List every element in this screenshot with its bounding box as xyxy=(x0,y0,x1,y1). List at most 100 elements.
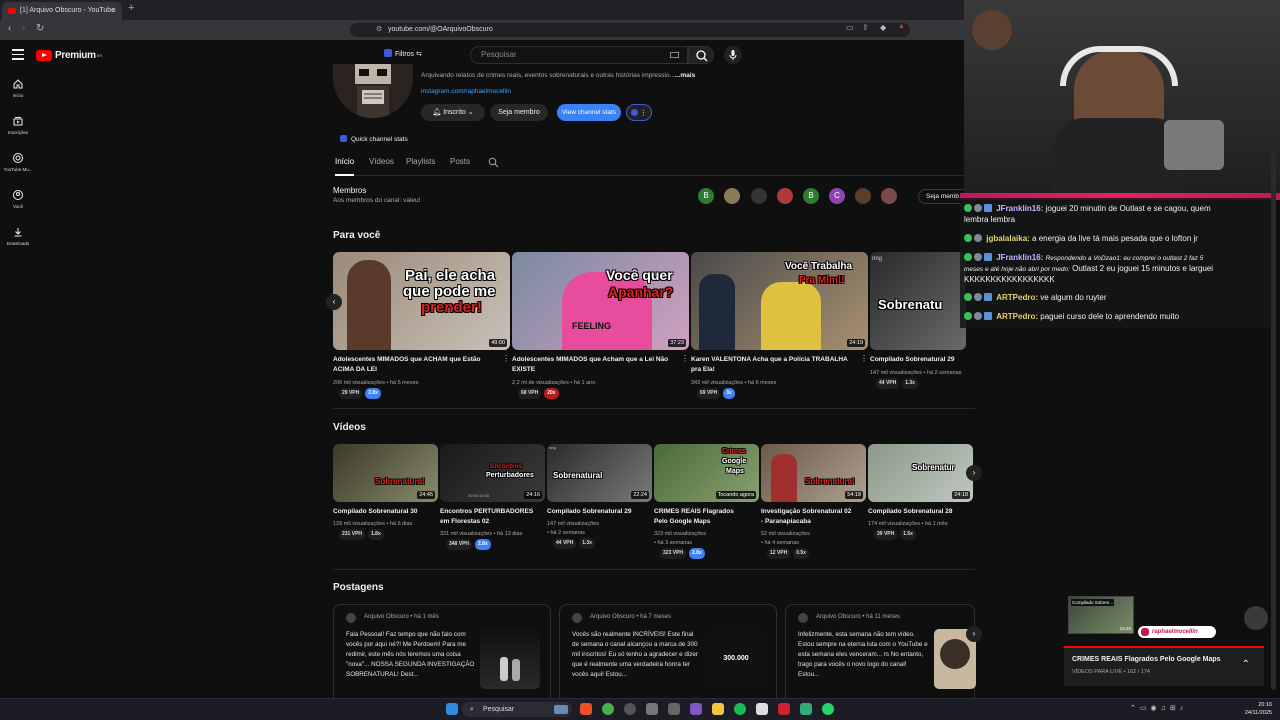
app-icon[interactable] xyxy=(800,703,812,715)
sidebar-item-downloads[interactable]: Downloads xyxy=(0,226,36,246)
video-title[interactable]: Adolescentes MIMADOS que ACHAM que Estão… xyxy=(333,355,493,375)
chat-username[interactable]: JFranklin16: xyxy=(996,204,1043,213)
join-member-button[interactable]: Seja membro xyxy=(490,104,548,121)
extension-button[interactable]: ⋮ xyxy=(626,104,652,121)
taskbar-clock[interactable]: 20:16 24/11/2025 xyxy=(1245,701,1272,717)
chat-username[interactable]: ARTPedro: xyxy=(996,293,1038,302)
expand-icon[interactable]: ⌃ xyxy=(1242,659,1250,670)
more-vert-icon[interactable]: ⋮ xyxy=(502,354,510,363)
page-scrollbar[interactable] xyxy=(1271,150,1276,690)
voice-search-button[interactable] xyxy=(724,46,742,64)
video-thumbnail[interactable]: nng Sobrenatu xyxy=(870,252,966,350)
more-vert-icon[interactable]: ⋮ xyxy=(681,354,689,363)
address-bar[interactable]: ⚙ youtube.com/@OArquivoObscuro xyxy=(350,23,910,37)
reload-icon[interactable]: ↻ xyxy=(36,23,44,34)
sidebar-item-home[interactable]: Início xyxy=(0,78,36,98)
video-title-line2[interactable]: em Florestas 02 xyxy=(440,517,489,527)
quick-channel-stats[interactable]: Quick channel stats xyxy=(340,135,408,143)
youtube-logo[interactable]: Premium BR xyxy=(36,48,102,62)
member-avatar[interactable] xyxy=(724,188,740,204)
obs-icon[interactable] xyxy=(624,703,636,715)
spotify-icon[interactable] xyxy=(734,703,746,715)
search-button[interactable] xyxy=(688,46,714,64)
brave-rewards-icon[interactable]: ▲ xyxy=(898,23,905,30)
subscribed-button[interactable]: 🔔︎ Inscrito ⌄ xyxy=(421,104,485,121)
member-avatar[interactable]: C xyxy=(829,188,845,204)
site-info-icon[interactable]: ⚙ xyxy=(376,23,382,37)
brave-shield-icon[interactable]: ◆ xyxy=(880,23,886,32)
tab-playlists[interactable]: Playlists xyxy=(406,157,435,166)
search-input[interactable]: Pesquisar xyxy=(470,46,688,64)
keyboard-icon[interactable] xyxy=(670,52,679,58)
video-thumbnail[interactable]: Encontros Perturbadores 00:00:10:05 24:1… xyxy=(440,444,545,502)
brave-browser-icon[interactable] xyxy=(580,703,592,715)
chrome-icon[interactable] xyxy=(602,703,614,715)
channel-avatar[interactable] xyxy=(333,64,413,118)
share-icon[interactable]: ⇪ xyxy=(862,23,869,32)
member-avatar[interactable]: B xyxy=(803,188,819,204)
app-icon[interactable] xyxy=(778,703,790,715)
filters-button[interactable]: Filtros ⇆ xyxy=(384,48,432,62)
posts-next-button[interactable]: › xyxy=(966,626,982,642)
tab-posts[interactable]: Posts xyxy=(450,157,470,166)
forward-icon[interactable]: › xyxy=(22,23,25,34)
app-icon[interactable] xyxy=(668,703,680,715)
video-title[interactable]: Investigação Sobrenatural 02 xyxy=(761,507,851,517)
member-avatar[interactable]: B xyxy=(698,188,714,204)
app-icon[interactable] xyxy=(690,703,702,715)
member-avatar[interactable] xyxy=(777,188,793,204)
channel-link[interactable]: instagram.com/raphaelmocellin xyxy=(421,88,511,95)
windows-start-icon[interactable] xyxy=(446,703,458,715)
taskbar-search[interactable]: ⌕ Pesquisar xyxy=(462,702,572,717)
video-thumbnail[interactable]: Crimes Google Maps Tocando agora xyxy=(654,444,759,502)
view-channel-stats-button[interactable]: View channel stats xyxy=(557,104,621,121)
video-thumbnail[interactable]: Sobrenatural 54:18 xyxy=(761,444,866,502)
video-title[interactable]: Adolescentes MIMADOS que Acham que a Lei… xyxy=(512,355,677,375)
member-avatar[interactable] xyxy=(855,188,871,204)
close-tab-icon[interactable]: × xyxy=(111,2,116,20)
video-title[interactable]: Karen VALENTONA Acha que a Polícia TRABA… xyxy=(691,355,856,375)
video-thumbnail[interactable]: Pai, ele acha que pode me prender! 49:00 xyxy=(333,252,510,350)
sidebar-item-you[interactable]: Você xyxy=(0,189,36,209)
video-thumbnail[interactable]: nng Sobrenatural 22:24 xyxy=(547,444,652,502)
video-thumbnail[interactable]: Sobrenatural 24:45 xyxy=(333,444,438,502)
youtube-favicon-icon xyxy=(8,8,16,14)
video-title-line2[interactable]: Pelo Google Maps xyxy=(654,517,710,527)
member-avatar[interactable] xyxy=(751,188,767,204)
chat-username[interactable]: jgbalalaika: xyxy=(986,234,1030,243)
video-title[interactable]: Compilado Sobrenatural 29 xyxy=(870,355,964,365)
new-tab-button[interactable]: + xyxy=(128,2,134,14)
whatsapp-icon[interactable] xyxy=(822,703,834,715)
more-link[interactable]: ...mais xyxy=(675,72,695,79)
tab-home[interactable]: Início xyxy=(335,157,355,176)
video-thumbnail[interactable]: Sobrenatur 24:18 xyxy=(868,444,973,502)
browser-tab[interactable]: [1] Arquivo Obscuro - YouTube × xyxy=(2,2,122,20)
video-thumbnail[interactable]: Você Trabalha Pra Mim!! 24:19 xyxy=(691,252,868,350)
video-title-line2[interactable]: - Paranapiacaba xyxy=(761,517,811,527)
system-tray-icons[interactable]: ⌃▭◉♫⊞♪ xyxy=(1130,704,1187,712)
back-icon[interactable]: ‹ xyxy=(8,23,11,34)
carousel-prev-button[interactable]: ‹ xyxy=(326,294,342,310)
carousel-next-button[interactable]: › xyxy=(966,465,982,481)
menu-icon[interactable] xyxy=(12,49,24,60)
video-title[interactable]: Encontros PERTURBADORES xyxy=(440,507,533,517)
tab-videos[interactable]: Vídeos xyxy=(369,157,394,166)
mini-player-info[interactable]: CRIMES REAIS Flagrados Pelo Google Maps … xyxy=(1064,648,1264,686)
file-explorer-icon[interactable] xyxy=(712,703,724,715)
video-title[interactable]: Compilado Sobrenatural 30 xyxy=(333,507,418,517)
sidebar-item-subscriptions[interactable]: Inscrições xyxy=(0,115,36,135)
member-avatar[interactable] xyxy=(881,188,897,204)
chat-username[interactable]: JFranklin16: xyxy=(996,253,1043,262)
video-title[interactable]: CRIMES REAIS Flagrados xyxy=(654,507,734,517)
channel-description[interactable]: Arquivando relatos de crimes reais, even… xyxy=(421,72,695,79)
sidebar-item-music[interactable]: YouTube Mu... xyxy=(0,152,36,172)
more-vert-icon[interactable]: ⋮ xyxy=(860,354,868,363)
app-icon[interactable] xyxy=(646,703,658,715)
app-icon[interactable] xyxy=(756,703,768,715)
video-thumbnail[interactable]: FEELING Você quer Apanhar? 37:23 xyxy=(512,252,689,350)
video-title[interactable]: Compilado Sobrenatural 28 xyxy=(868,507,953,517)
channel-search-icon[interactable] xyxy=(488,157,499,168)
video-title[interactable]: Compilado Sobrenatural 29 xyxy=(547,507,632,517)
cast-icon[interactable]: ▭ xyxy=(846,23,854,32)
chat-username[interactable]: ARTPedro: xyxy=(996,312,1038,321)
